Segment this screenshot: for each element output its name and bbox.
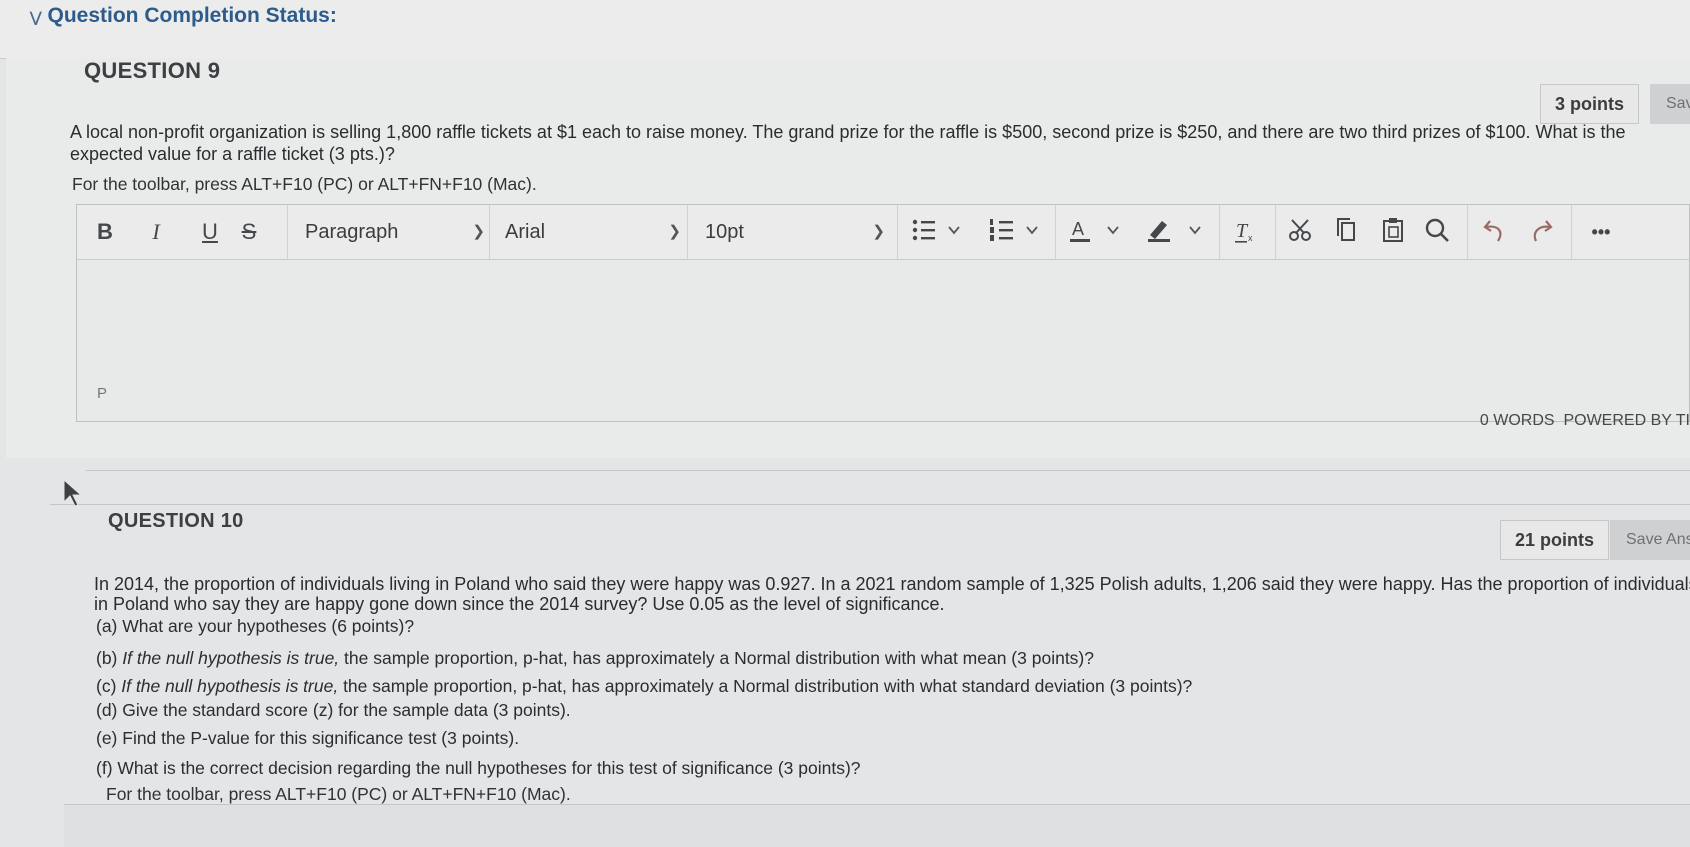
editor-toolbar: B I U S Paragraph ❯ Arial ❯ 10pt ❯ A T x… [77,205,1689,260]
copy-button[interactable] [1327,215,1367,249]
question-9-points: 3 points [1540,84,1640,124]
undo-icon [1483,220,1502,242]
more-options-button[interactable]: ••• [1581,215,1621,249]
scissors-icon [1289,219,1311,241]
question-10-text-line-2: in Poland who say they are happy gone do… [94,594,945,614]
mouse-pointer-icon [63,478,83,507]
question-9-toolbar-hint: For the toolbar, press ALT+F10 (PC) or A… [72,174,537,194]
question-10-part-a: (a) What are your hypotheses (6 points)? [96,616,415,636]
part-c-condition: If the null hypothesis is true, [121,676,339,696]
highlight-color-button[interactable] [1141,215,1211,249]
svg-text:x: x [1248,233,1253,243]
chevron-down-icon: ❯ [472,223,485,240]
question-10-editor[interactable] [64,804,1690,847]
find-replace-button[interactable] [1417,215,1457,249]
section-divider [86,470,1690,471]
numbered-list-button[interactable] [985,215,1045,249]
word-count-label: 0 WORDS [1479,412,1555,429]
font-size-label: 10pt [705,221,744,243]
cut-button[interactable] [1281,215,1321,249]
toolbar-separator [1467,205,1468,259]
copy-icon [1337,218,1355,241]
question-10-part-b: (b) If the null hypothesis is true, the … [96,648,1094,668]
question-9-heading: QUESTION 9 [84,58,221,83]
toolbar-separator [1275,205,1276,259]
bullet-list-icon [912,219,960,241]
toolbar-separator [1055,205,1056,259]
question-9-save-button[interactable]: Sav [1650,84,1690,124]
question-10-part-e: (e) Find the P-value for this significan… [96,728,520,748]
part-c-question: the sample proportion, p-hat, has approx… [338,676,1193,696]
numbered-list-icon [990,219,1038,241]
undo-button[interactable] [1475,215,1515,249]
font-size-dropdown[interactable]: 10pt ❯ [705,215,885,249]
search-icon [1425,218,1449,242]
part-c-prefix: (c) [96,676,122,696]
redo-icon [1533,220,1553,242]
toolbar-separator [687,205,688,259]
question-10-part-f: (f) What is the correct decision regardi… [96,758,861,778]
font-family-dropdown[interactable]: Arial ❯ [505,215,681,249]
question-10-part-d: (d) Give the standard score (z) for the … [96,700,571,720]
question-10-toolbar-hint: For the toolbar, press ALT+F10 (PC) or A… [106,784,571,804]
part-b-prefix: (b) [96,648,123,668]
editor-element-path: P [97,385,108,402]
chevron-down-icon: ❯ [872,223,885,240]
part-b-question: the sample proportion, p-hat, has approx… [339,648,1094,668]
toolbar-separator [287,205,288,259]
question-10-text-line-1: In 2014, the proportion of individuals l… [94,574,1690,594]
underline-button[interactable]: U [197,215,223,249]
italic-button[interactable]: I [143,215,169,249]
question-10-save-button[interactable]: Save Ans [1610,520,1690,560]
question-9-editor: B I U S Paragraph ❯ Arial ❯ 10pt ❯ A T x… [76,204,1690,422]
chevron-down-icon: ❯ [668,223,681,240]
clear-formatting-button[interactable]: T x [1227,215,1263,249]
section-divider [50,504,1690,505]
text-color-icon: A [1070,219,1119,242]
completion-status-label: Question Completion Status: [47,4,337,27]
paragraph-format-dropdown[interactable]: Paragraph ❯ [305,215,485,249]
question-9-text-line-1: A local non-profit organization is selli… [70,122,1626,142]
toolbar-separator [489,205,490,259]
bullet-list-button[interactable] [907,215,967,249]
text-color-button[interactable]: A [1063,215,1129,249]
chevron-down-icon: ⋁ [30,9,42,25]
toolbar-separator [897,205,898,259]
question-10-part-c: (c) If the null hypothesis is true, the … [96,676,1192,696]
paragraph-format-label: Paragraph [305,221,399,243]
toolbar-separator [1571,205,1572,259]
toolbar-separator [1219,205,1220,259]
question-9-text-line-2: expected value for a raffle ticket (3 pt… [70,144,395,164]
question-10-points: 21 points [1500,520,1610,560]
paste-button[interactable] [1373,215,1413,249]
highlighter-icon [1148,221,1201,242]
question-10-heading: QUESTION 10 [108,510,244,532]
clear-formatting-icon: T x [1235,220,1253,243]
part-b-condition: If the null hypothesis is true, [122,648,340,668]
redo-button[interactable] [1521,215,1561,249]
editor-word-count: 0 WORDS POWERED BY TI [1480,412,1690,430]
strikethrough-button[interactable]: S [235,215,263,249]
bold-button[interactable]: B [91,215,119,249]
completion-status-toggle[interactable]: ⋁ Question Completion Status: [30,4,337,28]
svg-text:A: A [1072,219,1084,239]
clipboard-icon [1383,218,1403,242]
question-9-answer-area[interactable] [77,259,1689,379]
powered-by-label: POWERED BY TI [1563,412,1690,429]
font-family-label: Arial [505,221,546,243]
